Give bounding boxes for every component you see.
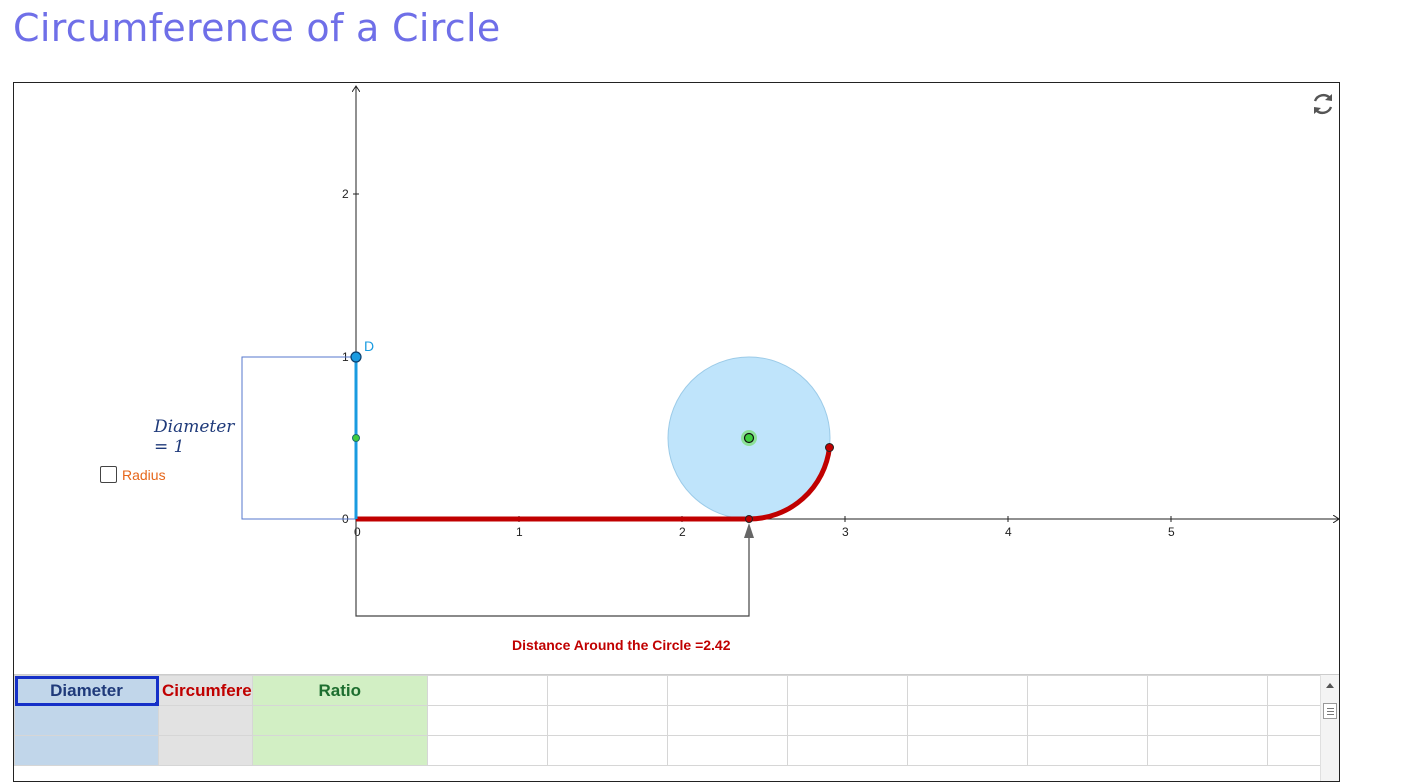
cell[interactable] — [1146, 735, 1268, 766]
radius-checkbox-label: Radius — [122, 466, 166, 483]
cell[interactable] — [1266, 735, 1328, 766]
contact-point — [745, 515, 753, 523]
cell[interactable] — [906, 705, 1028, 736]
cell[interactable] — [546, 735, 668, 766]
diameter-text: Diameter = 1 — [154, 417, 234, 457]
cell[interactable] — [786, 675, 908, 706]
checkbox-box[interactable] — [100, 466, 117, 483]
page-title: Circumference of a Circle — [13, 6, 501, 50]
point-d-label: D — [364, 338, 374, 354]
cell[interactable] — [666, 705, 788, 736]
cell[interactable] — [14, 705, 159, 736]
x-tick-label: 2 — [679, 525, 686, 539]
cell[interactable] — [906, 735, 1028, 766]
diameter-bracket — [241, 356, 356, 520]
y-tick-label: 2 — [342, 187, 349, 201]
diameter-text-line1: Diameter — [154, 417, 235, 437]
cell[interactable] — [158, 735, 253, 766]
x-tick-label: 5 — [1168, 525, 1175, 539]
graphics-view[interactable]: 0 1 2 3 4 5 0 1 2 D Diameter = 1 Radius … — [14, 83, 1340, 673]
distance-bracket — [355, 519, 750, 617]
cell[interactable] — [786, 705, 908, 736]
distance-arrow — [744, 523, 754, 538]
scroll-up-icon[interactable] — [1326, 683, 1334, 688]
cell[interactable] — [158, 705, 253, 736]
x-tick-label: 4 — [1005, 525, 1012, 539]
graphics-canvas[interactable]: 0 1 2 3 4 5 0 1 2 D — [14, 83, 1340, 673]
cell[interactable] — [1026, 675, 1148, 706]
spreadsheet-view[interactable]: Diameter Circumfere Ratio — [14, 674, 1339, 781]
x-tick-label: 3 — [842, 525, 849, 539]
cell-c1-ratio-header[interactable]: Ratio — [251, 675, 428, 706]
diameter-text-line2: = 1 — [154, 437, 185, 457]
cell-b1-circumference-header[interactable]: Circumfere — [158, 675, 253, 706]
x-tick-label: 0 — [354, 525, 361, 539]
fill-handle[interactable] — [155, 702, 158, 705]
point-d[interactable] — [350, 351, 362, 363]
vertical-scrollbar[interactable] — [1320, 675, 1339, 781]
scroll-thumb[interactable] — [1323, 703, 1337, 719]
cell[interactable] — [546, 705, 668, 736]
refresh-icon — [1313, 93, 1333, 115]
radius-checkbox[interactable]: Radius — [100, 466, 166, 483]
cell[interactable] — [251, 705, 428, 736]
cell[interactable] — [1146, 675, 1268, 706]
x-tick-label: 1 — [516, 525, 523, 539]
cell[interactable] — [1146, 705, 1268, 736]
cell[interactable] — [786, 735, 908, 766]
reset-button[interactable] — [1308, 89, 1338, 119]
cell[interactable] — [1026, 705, 1148, 736]
cell[interactable] — [906, 675, 1028, 706]
cell[interactable] — [426, 735, 548, 766]
spreadsheet-grid[interactable]: Diameter Circumfere Ratio — [14, 675, 1328, 766]
cell[interactable] — [1266, 675, 1328, 706]
diameter-midpoint — [352, 434, 360, 442]
center-point[interactable] — [743, 432, 755, 444]
cell[interactable] — [251, 735, 428, 766]
distance-around-text: Distance Around the Circle =2.42 — [512, 637, 731, 653]
cell[interactable] — [426, 705, 548, 736]
cell[interactable] — [14, 735, 159, 766]
cell[interactable] — [426, 675, 548, 706]
arc-end-point — [825, 443, 834, 452]
cell[interactable] — [546, 675, 668, 706]
cell-a1-diameter-header[interactable]: Diameter — [14, 675, 159, 706]
cell[interactable] — [1026, 735, 1148, 766]
geogebra-applet[interactable]: 0 1 2 3 4 5 0 1 2 D Diameter = 1 Radius … — [13, 82, 1340, 782]
cell[interactable] — [1266, 705, 1328, 736]
cell[interactable] — [666, 735, 788, 766]
cell[interactable] — [666, 675, 788, 706]
